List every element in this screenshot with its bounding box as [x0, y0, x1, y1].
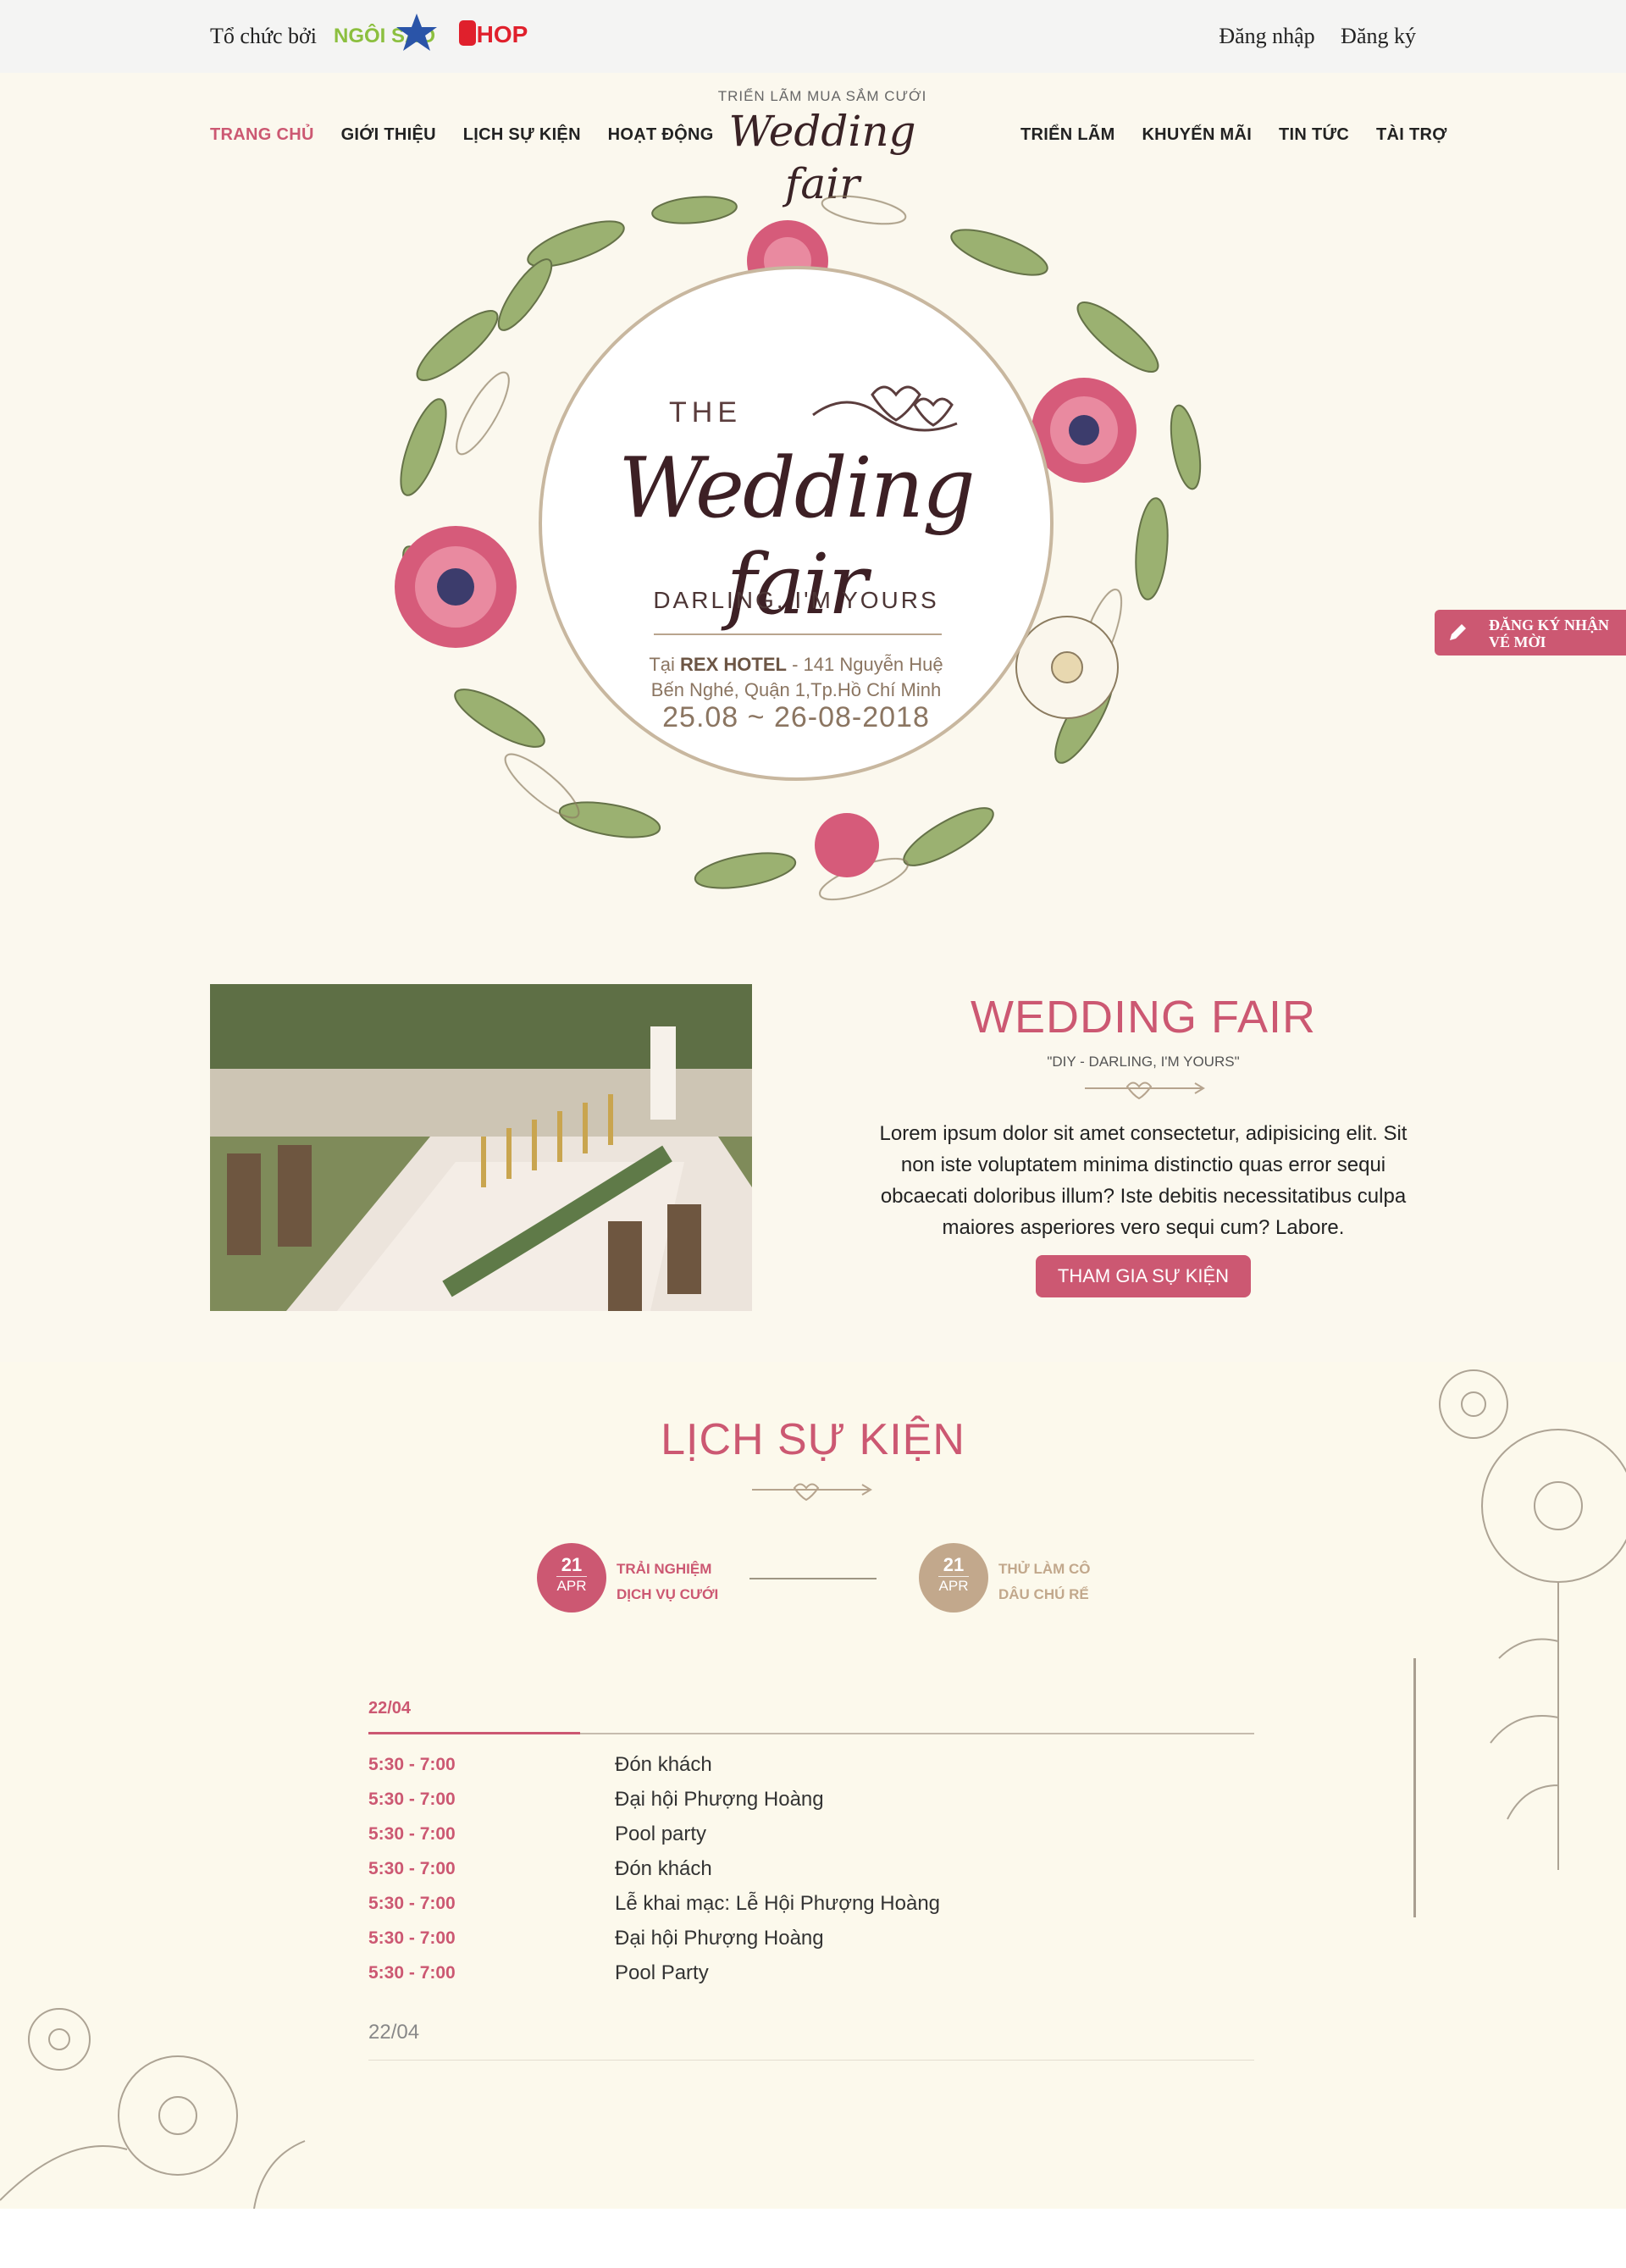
schedule-time: 5:30 - 7:00 [368, 1790, 456, 1809]
event-month: APR [938, 1578, 969, 1594]
organizer-label: Tổ chức bởi [210, 24, 318, 48]
register-link[interactable]: Đăng ký [1341, 24, 1416, 48]
venue-name: REX HOTEL [680, 654, 787, 675]
pencil-icon [1450, 624, 1466, 640]
schedule-activity: Đại hội Phượng Hoàng [615, 1788, 824, 1811]
schedule-activity: Đón khách [615, 1753, 712, 1776]
event-date-badge: 21 APR [919, 1543, 988, 1612]
schedule-activity: Đón khách [615, 1857, 712, 1880]
schedule-row: 5:30 - 7:00 Đón khách [368, 1857, 1215, 1893]
register-ticket-label: ĐĂNG KÝ NHẬN VÉ MỜI [1489, 617, 1609, 650]
about-section: WEDDING FAIR "DIY - DARLING, I'M YOURS" … [864, 982, 1423, 1297]
schedule-day-tab[interactable]: 22/04 [368, 1699, 411, 1718]
ngoisao-logo[interactable]: NGÔI SAO [332, 10, 442, 58]
schedule-row: 5:30 - 7:00 Đón khách [368, 1753, 1215, 1789]
register-ticket-line1: ĐĂNG KÝ NHẬN [1489, 617, 1609, 633]
event-date-badge: 21 APR [537, 1543, 606, 1612]
schedule-day-active-indicator [368, 1732, 580, 1734]
sketch-flower-left [0, 2008, 306, 2209]
nav-item-promotions[interactable]: KHUYẾN MÃI [1142, 125, 1252, 144]
location-address: - 141 Nguyễn Huệ [792, 654, 943, 675]
schedule-title: LỊCH SỰ KIỆN [661, 1415, 965, 1464]
schedule-time: 5:30 - 7:00 [368, 1755, 456, 1774]
nav-item-about[interactable]: GIỚI THIỆU [341, 125, 436, 144]
shop-logo-text: SHOP [461, 21, 528, 47]
schedule-activity: Đại hội Phượng Hoàng [615, 1927, 824, 1950]
schedule-activity: Pool Party [615, 1961, 709, 1984]
schedule-time: 5:30 - 7:00 [368, 1963, 456, 1983]
schedule-time: 5:30 - 7:00 [368, 1894, 456, 1913]
schedule-row: 5:30 - 7:00 Đại hội Phượng Hoàng [368, 1788, 1215, 1823]
event-month: APR [556, 1578, 587, 1594]
wedding-table-photo [210, 984, 752, 1311]
event-connector [749, 1578, 877, 1579]
schedule-day-rule [368, 2060, 1254, 2061]
schedule-row: 5:30 - 7:00 Đại hội Phượng Hoàng [368, 1927, 1215, 1962]
event-label-line2: DỊCH VỤ CƯỚI [617, 1586, 719, 1602]
event-day: 21 [561, 1554, 583, 1575]
heart-arrow-divider-icon [1085, 1081, 1205, 1099]
hero-the: THE [669, 396, 742, 429]
schedule-time: 5:30 - 7:00 [368, 1859, 456, 1878]
heart-arrow-divider-icon [752, 1483, 872, 1501]
auth-links: Đăng nhập Đăng ký [1198, 24, 1416, 49]
about-description: Lorem ipsum dolor sit amet consectetur, … [879, 1122, 1408, 1239]
nav-item-activities[interactable]: HOẠT ĐỘNG [608, 125, 714, 144]
event-label-line1: TRẢI NGHIỆM [617, 1561, 712, 1577]
location-prefix: Tại [649, 654, 675, 675]
join-event-button[interactable]: THAM GIA SỰ KIỆN [1035, 1255, 1252, 1297]
schedule-row: 5:30 - 7:00 Pool Party [368, 1961, 1215, 1997]
brand-tagline: TRIỂN LÃM MUA SẮM CƯỚI [717, 88, 927, 104]
register-ticket-line2: VÉ MỜI [1489, 633, 1546, 650]
schedule-row: 5:30 - 7:00 Pool party [368, 1823, 1215, 1858]
hero-location-line2: Bến Nghé, Quận 1,Tp.Hồ Chí Minh [650, 679, 942, 700]
hero-dates: 25.08 ~ 26-08-2018 [662, 701, 930, 733]
register-ticket-tab[interactable]: ĐĂNG KÝ NHẬN VÉ MỜI [1435, 610, 1626, 656]
event-label: THỬ LÀM CÔ DÂU CHÚ RỂ [998, 1557, 1134, 1607]
nav-right: TRIỂN LÃM KHUYẾN MÃI TIN TỨC TÀI TRỢ [1020, 125, 1469, 145]
schedule-activity: Pool party [615, 1823, 707, 1845]
hero-location-line1: Tại REX HOTEL - 141 Nguyễn Huệ [542, 654, 1050, 676]
nav-item-exhibition[interactable]: TRIỂN LÃM [1020, 125, 1115, 144]
event-label: TRẢI NGHIỆM DỊCH VỤ CƯỚI [617, 1557, 752, 1607]
nav-item-home[interactable]: TRANG CHỦ [210, 125, 314, 144]
hero-subtitle: DARLING, I'M YOURS [653, 587, 939, 613]
schedule-day-tab[interactable]: 22/04 [368, 2021, 419, 2044]
event-label-line1: THỬ LÀM CÔ [998, 1561, 1091, 1577]
brand-logo[interactable]: TRIỂN LÃM MUA SẮM CƯỚI Wedding fair [708, 88, 937, 208]
page-bottom-strip [0, 2209, 1626, 2268]
schedule-time: 5:30 - 7:00 [368, 1824, 456, 1844]
schedule-row: 5:30 - 7:00 Lễ khai mạc: Lễ Hội Phượng H… [368, 1892, 1215, 1928]
pink-flower-left [395, 526, 517, 648]
nav-item-news[interactable]: TIN TỨC [1279, 125, 1349, 144]
nav-left: TRANG CHỦ GIỚI THIỆU LỊCH SỰ KIỆN HOẠT Đ… [210, 125, 736, 145]
schedule-time: 5:30 - 7:00 [368, 1928, 456, 1948]
top-bar: Tổ chức bởi NGÔI SAO SHOP Đăng nhập Đăng… [0, 0, 1626, 73]
schedule-activity: Lễ khai mạc: Lễ Hội Phượng Hoàng [615, 1892, 941, 1915]
nav-item-schedule[interactable]: LỊCH SỰ KIỆN [463, 125, 581, 144]
login-link[interactable]: Đăng nhập [1219, 24, 1314, 48]
shop-logo[interactable]: SHOP [457, 17, 539, 54]
event-label-line2: DÂU CHÚ RỂ [998, 1586, 1089, 1602]
about-quote: "DIY - DARLING, I'M YOURS" [1047, 1054, 1240, 1070]
hero-divider [654, 633, 942, 635]
about-title: WEDDING FAIR [970, 992, 1316, 1043]
schedule-section: LỊCH SỰ KIỆN 21 APR TRẢI NGHIỆM DỊCH VỤ … [0, 1362, 1626, 2209]
nav-item-sponsors[interactable]: TÀI TRỢ [1376, 125, 1447, 144]
event-day: 21 [943, 1554, 965, 1575]
schedule-scrollbar[interactable] [1413, 1658, 1416, 1917]
pink-flower-bottom [815, 813, 879, 877]
